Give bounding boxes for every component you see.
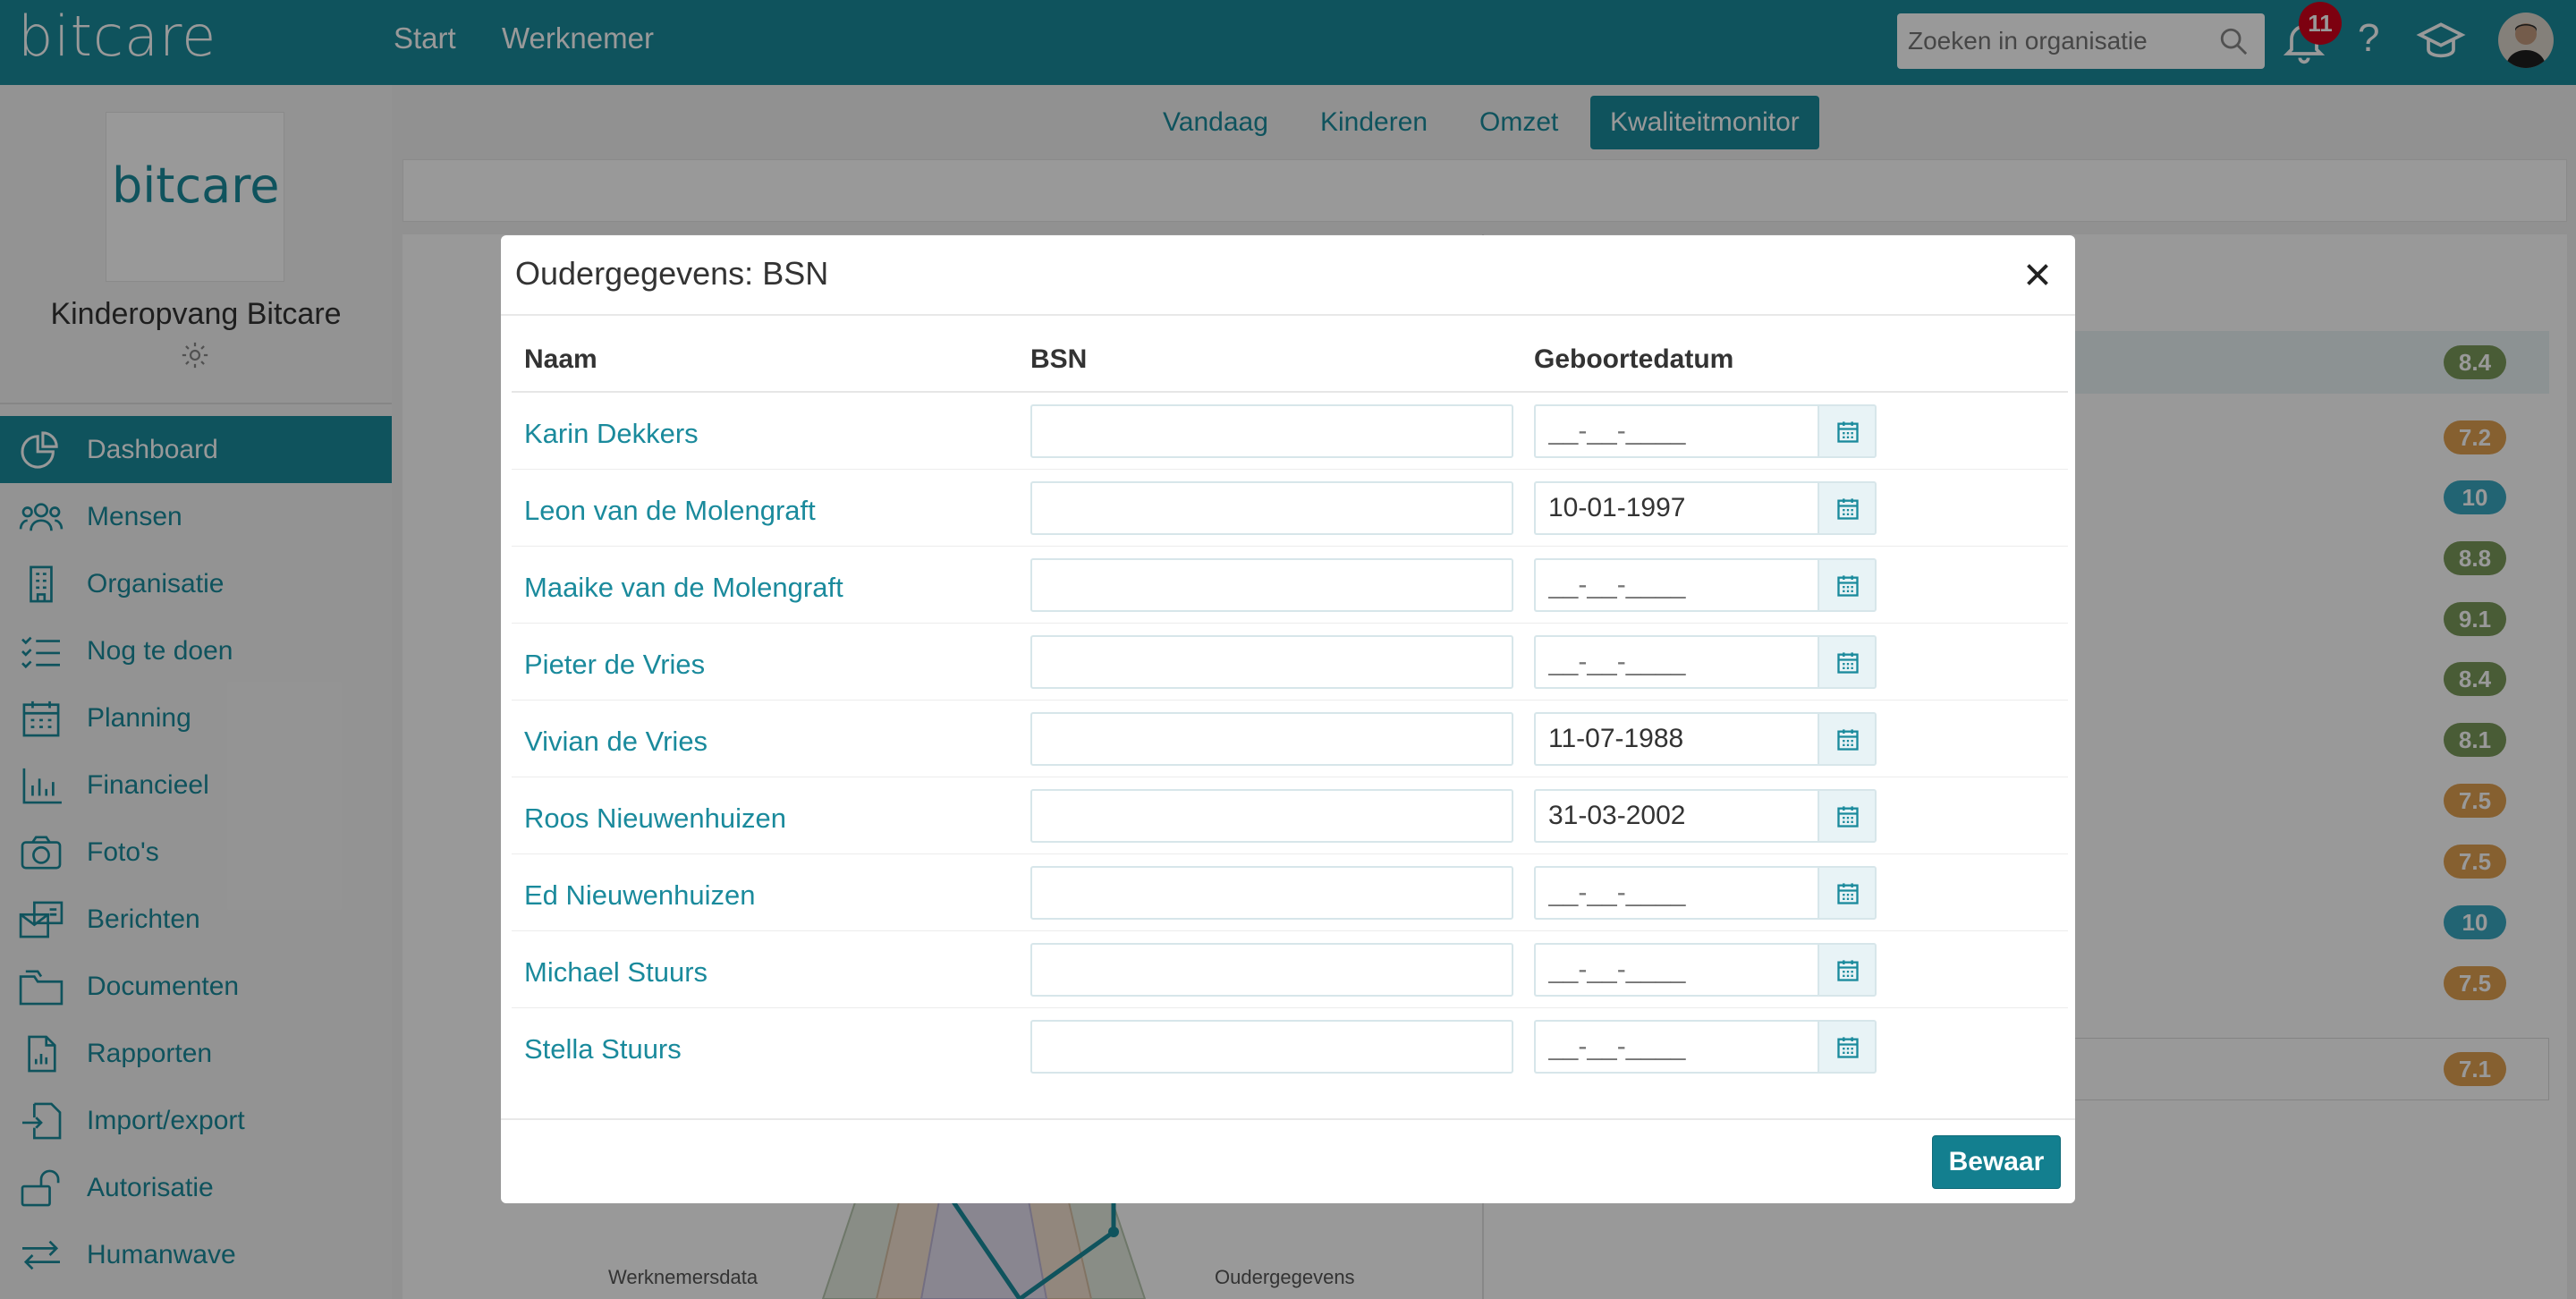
parent-name-link[interactable]: Michael Stuurs	[524, 956, 708, 989]
table-row: Karin Dekkers	[512, 393, 2068, 470]
dob-input[interactable]	[1534, 866, 1818, 920]
table-row: Roos Nieuwenhuizen	[512, 777, 2068, 854]
table-row: Pieter de Vries	[512, 624, 2068, 700]
calendar-icon	[1837, 1037, 1859, 1058]
dob-input[interactable]	[1534, 635, 1818, 689]
datepicker-button[interactable]	[1818, 866, 1877, 920]
parent-name-link[interactable]: Leon van de Molengraft	[524, 495, 816, 527]
dob-input[interactable]	[1534, 481, 1818, 535]
parent-name-link[interactable]: Maaike van de Molengraft	[524, 572, 843, 604]
column-header-name: Naam	[524, 344, 597, 374]
datepicker-button[interactable]	[1818, 635, 1877, 689]
parent-name-link[interactable]: Ed Nieuwenhuizen	[524, 879, 756, 912]
bsn-input[interactable]	[1030, 943, 1513, 997]
bsn-input[interactable]	[1030, 404, 1513, 458]
parent-bsn-dialog: Oudergegevens: BSN Naam BSN Geboortedatu…	[501, 235, 2075, 1203]
table-row: Maaike van de Molengraft	[512, 547, 2068, 624]
parent-name-link[interactable]: Pieter de Vries	[524, 649, 705, 681]
dialog-divider	[501, 314, 2075, 316]
close-icon[interactable]	[2021, 259, 2054, 291]
calendar-icon	[1837, 421, 1859, 443]
calendar-icon	[1837, 652, 1859, 674]
dialog-title: Oudergegevens: BSN	[515, 255, 829, 292]
bsn-input[interactable]	[1030, 635, 1513, 689]
parent-name-link[interactable]: Vivian de Vries	[524, 726, 708, 758]
calendar-icon	[1837, 498, 1859, 520]
bsn-input[interactable]	[1030, 866, 1513, 920]
calendar-icon	[1837, 729, 1859, 751]
bsn-input[interactable]	[1030, 789, 1513, 843]
dob-input[interactable]	[1534, 404, 1818, 458]
parent-name-link[interactable]: Stella Stuurs	[524, 1033, 682, 1066]
table-row: Stella Stuurs	[512, 1008, 2068, 1085]
dob-input[interactable]	[1534, 712, 1818, 766]
calendar-icon	[1837, 883, 1859, 904]
calendar-icon	[1837, 960, 1859, 981]
datepicker-button[interactable]	[1818, 943, 1877, 997]
table-row: Ed Nieuwenhuizen	[512, 854, 2068, 931]
bsn-input[interactable]	[1030, 558, 1513, 612]
dob-input[interactable]	[1534, 558, 1818, 612]
calendar-icon	[1837, 806, 1859, 828]
datepicker-button[interactable]	[1818, 404, 1877, 458]
bsn-input[interactable]	[1030, 1020, 1513, 1074]
dialog-footer-divider	[501, 1118, 2075, 1120]
table-row: Leon van de Molengraft	[512, 470, 2068, 547]
column-header-bsn: BSN	[1030, 344, 1088, 374]
dob-input[interactable]	[1534, 789, 1818, 843]
datepicker-button[interactable]	[1818, 481, 1877, 535]
column-header-dob: Geboortedatum	[1534, 344, 1734, 374]
table-row: Michael Stuurs	[512, 931, 2068, 1008]
parent-name-link[interactable]: Karin Dekkers	[524, 418, 699, 450]
datepicker-button[interactable]	[1818, 558, 1877, 612]
save-button[interactable]: Bewaar	[1932, 1135, 2061, 1189]
table-row: Vivian de Vries	[512, 700, 2068, 777]
dob-input[interactable]	[1534, 1020, 1818, 1074]
parent-name-link[interactable]: Roos Nieuwenhuizen	[524, 802, 786, 835]
dob-input[interactable]	[1534, 943, 1818, 997]
bsn-input[interactable]	[1030, 712, 1513, 766]
datepicker-button[interactable]	[1818, 1020, 1877, 1074]
datepicker-button[interactable]	[1818, 789, 1877, 843]
bsn-input[interactable]	[1030, 481, 1513, 535]
calendar-icon	[1837, 575, 1859, 597]
datepicker-button[interactable]	[1818, 712, 1877, 766]
